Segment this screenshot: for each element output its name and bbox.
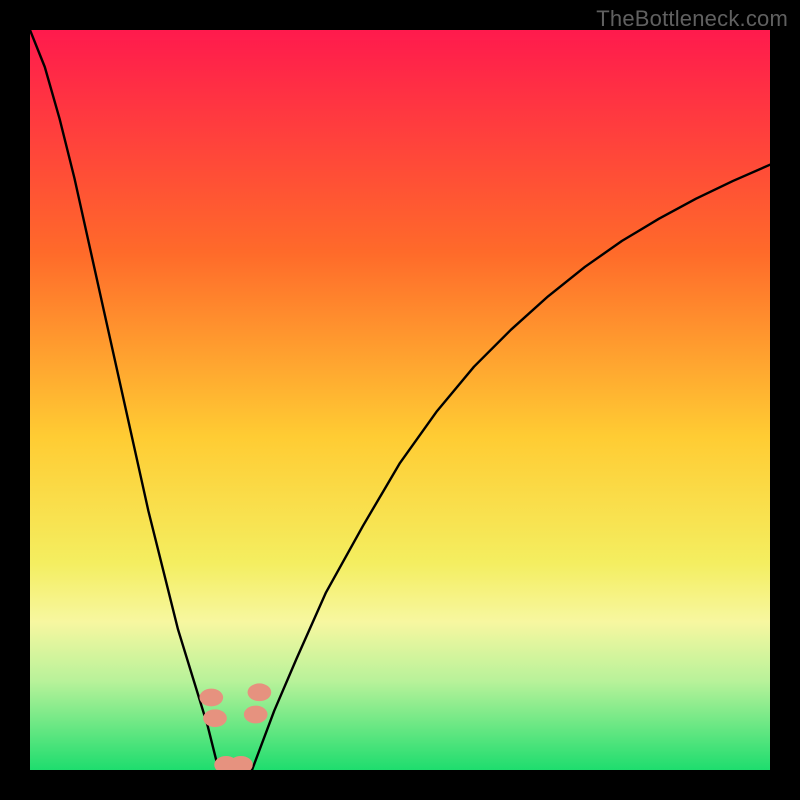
chart-svg [30,30,770,770]
watermark-text: TheBottleneck.com [596,6,788,32]
gradient-background [30,30,770,770]
chart-container: TheBottleneck.com [0,0,800,800]
marker-left-upper [199,689,223,707]
marker-right-upper [248,683,272,701]
plot-area [30,30,770,770]
marker-left-lower [203,709,227,727]
marker-right-lower [244,706,268,724]
